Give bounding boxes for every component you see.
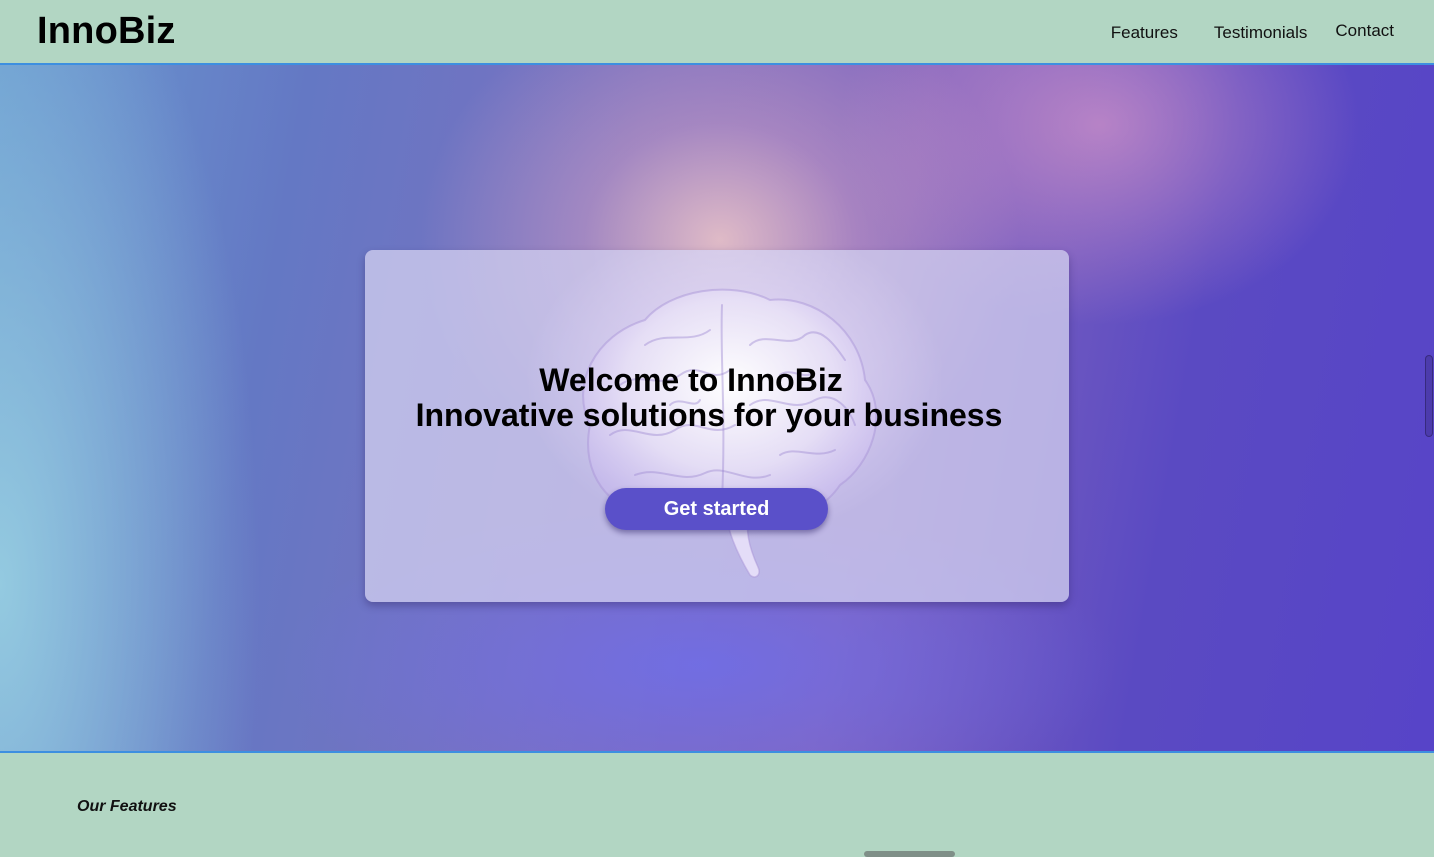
nav-link-testimonials[interactable]: Testimonials — [1214, 23, 1308, 43]
hero-card: Welcome to InnoBiz Innovative solutions … — [365, 250, 1069, 602]
landing-page: InnoBiz Features Testimonials Contact We… — [0, 0, 1434, 857]
hero-title-line2: Innovative solutions for your business — [415, 397, 1003, 433]
horizontal-scrollbar-thumb[interactable] — [864, 851, 955, 857]
site-header: InnoBiz Features Testimonials Contact — [0, 0, 1434, 65]
get-started-button[interactable]: Get started — [605, 488, 828, 530]
hero-title: Welcome to InnoBiz Innovative solutions … — [365, 363, 1069, 433]
vertical-scrollbar-thumb[interactable] — [1425, 355, 1433, 437]
hero-title-line1: Welcome to InnoBiz — [539, 362, 843, 398]
nav-link-features[interactable]: Features — [1111, 23, 1178, 43]
hero-section: Welcome to InnoBiz Innovative solutions … — [0, 65, 1434, 753]
features-heading: Our Features — [77, 798, 177, 815]
features-section: Our Features — [0, 755, 1434, 857]
nav-link-contact[interactable]: Contact — [1335, 21, 1394, 41]
main-nav: Features Testimonials Contact — [1111, 21, 1394, 43]
logo[interactable]: InnoBiz — [37, 10, 176, 53]
